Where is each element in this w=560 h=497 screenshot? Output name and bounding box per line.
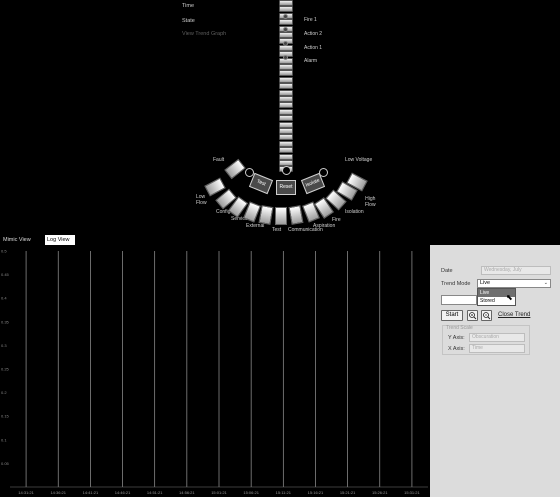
mouse-cursor-icon: ⬉ [506,293,513,302]
x-tick-label: 15:31:21 [404,490,420,495]
x-tick-label: 14:51:21 [147,490,163,495]
fault-label: Fault [213,157,225,163]
x-axis-field[interactable]: Time [469,344,525,353]
x-tick-label: 14:56:21 [179,490,195,495]
level-segment [279,140,293,147]
y-tick-label: 0.25 [1,367,10,372]
trend-chart-svg: 14:31:21 14:36:21 14:41:21 14:46:21 14:51:21… [1,249,428,495]
trend-scale-title: Trend Scale [446,325,473,331]
close-trend-link[interactable]: Close Trend [498,312,530,318]
y-axis-field[interactable]: Obscuration [469,333,525,342]
zoom-in-icon [469,312,477,320]
communication-indicator [275,207,287,225]
level-segment [279,6,293,13]
level-segment [279,19,293,26]
level-indicator [283,14,288,19]
y-tick-label: 0.1 [1,437,7,442]
level-segment [279,83,293,90]
y-tick-label: 0.05 [1,461,10,466]
level-column [279,0,293,174]
y-tick-label: 0.4 [1,296,7,301]
ring-indicator-center [282,166,291,175]
y-tick-label: 0.2 [1,390,7,395]
tab-mimic-view[interactable]: Mimic View [1,235,45,245]
y-tick-label: 0.5 [1,249,7,254]
y-tick-label: 0.35 [1,319,10,324]
level-segment [279,64,293,70]
high-flow-label: High Flow [365,196,376,208]
x-tick-label: 14:31:21 [18,490,34,495]
state-label: State [182,18,195,24]
aspiration-label: Aspiration [313,223,336,229]
trend-scale-group: Trend Scale Y Axis: Obscuration X Axis: … [442,325,530,355]
trend-control-panel: Date Wednesday, July Trend Mode Live ⌄ L… [430,245,560,497]
ring-indicator-right [319,168,328,177]
mimic-panel: Time State View Trend Graph Fire 1 Actio… [0,0,560,233]
action-2-label: Action 2 [304,31,323,37]
level-segment [279,128,293,134]
x-tick-label: 15:21:21 [340,490,356,495]
level-segment [279,108,293,115]
trend-mode-select[interactable]: Live ⌄ [477,279,551,288]
level-segment [279,76,293,83]
comm-2-indicator [288,205,304,225]
x-tick-label: 15:01:21 [211,490,227,495]
level-indicator [283,27,288,32]
trend-chart: 14:31:21 14:36:21 14:41:21 14:46:21 14:51:21… [0,245,430,497]
trend-input-field[interactable] [441,295,477,305]
fire-1-label: Fire 1 [304,17,317,23]
start-button[interactable]: Start [441,310,463,321]
x-tick-label: 15:06:21 [243,490,259,495]
level-segment [279,121,293,128]
level-segment [279,147,293,154]
level-segment [279,134,293,141]
y-tick-label: 0.3 [1,343,7,348]
isolation-label: Isolation [345,209,364,215]
y-tick-label: 0.15 [1,414,10,419]
trend-mode-label: Trend Mode [441,281,471,287]
level-segment [279,0,293,6]
low-voltage-label: Low Voltage [345,157,373,163]
ring-indicator-left [245,168,254,177]
time-label: Time [182,3,195,9]
x-tick-label: 15:26:21 [372,490,388,495]
external-label: External [246,223,265,229]
view-trend-graph-link[interactable]: View Trend Graph [182,31,226,37]
level-segment [279,32,293,38]
x-tick-label: 15:11:21 [276,490,292,495]
level-indicator [283,55,288,60]
tab-log-view[interactable]: Log View [45,235,75,245]
x-axis-label: X Axis: [448,346,465,352]
level-segment [279,89,293,96]
date-picker[interactable]: Wednesday, July [481,266,551,275]
trend-mode-value: Live [480,280,491,286]
level-segment [279,70,293,77]
zoom-out-icon [483,312,491,320]
test-button[interactable]: Test [248,172,274,195]
zoom-out-button[interactable] [481,310,492,321]
view-tabs: Mimic View Log View [0,233,560,245]
date-label: Date [441,268,453,274]
chevron-down-icon: ⌄ [543,280,548,286]
low-flow-label: Low Flow [196,194,207,206]
level-indicator [283,41,288,46]
x-tick-label: 14:36:21 [50,490,66,495]
level-segment [279,115,293,122]
y-tick-label: 0.45 [1,272,10,277]
test-indicator [258,205,274,225]
zoom-in-button[interactable] [467,310,478,321]
level-segment [279,102,293,109]
alarm-label: Alarm [304,58,318,64]
level-segment [279,96,293,102]
x-tick-label: 15:16:21 [308,490,324,495]
y-axis-label: Y Axis: [448,335,465,341]
action-1-label: Action 1 [304,45,323,51]
x-tick-label: 14:46:21 [115,490,131,495]
fault-indicator [224,158,246,180]
level-segment [279,153,293,160]
reset-button[interactable]: Reset [276,180,296,195]
x-tick-label: 14:41:21 [83,490,99,495]
